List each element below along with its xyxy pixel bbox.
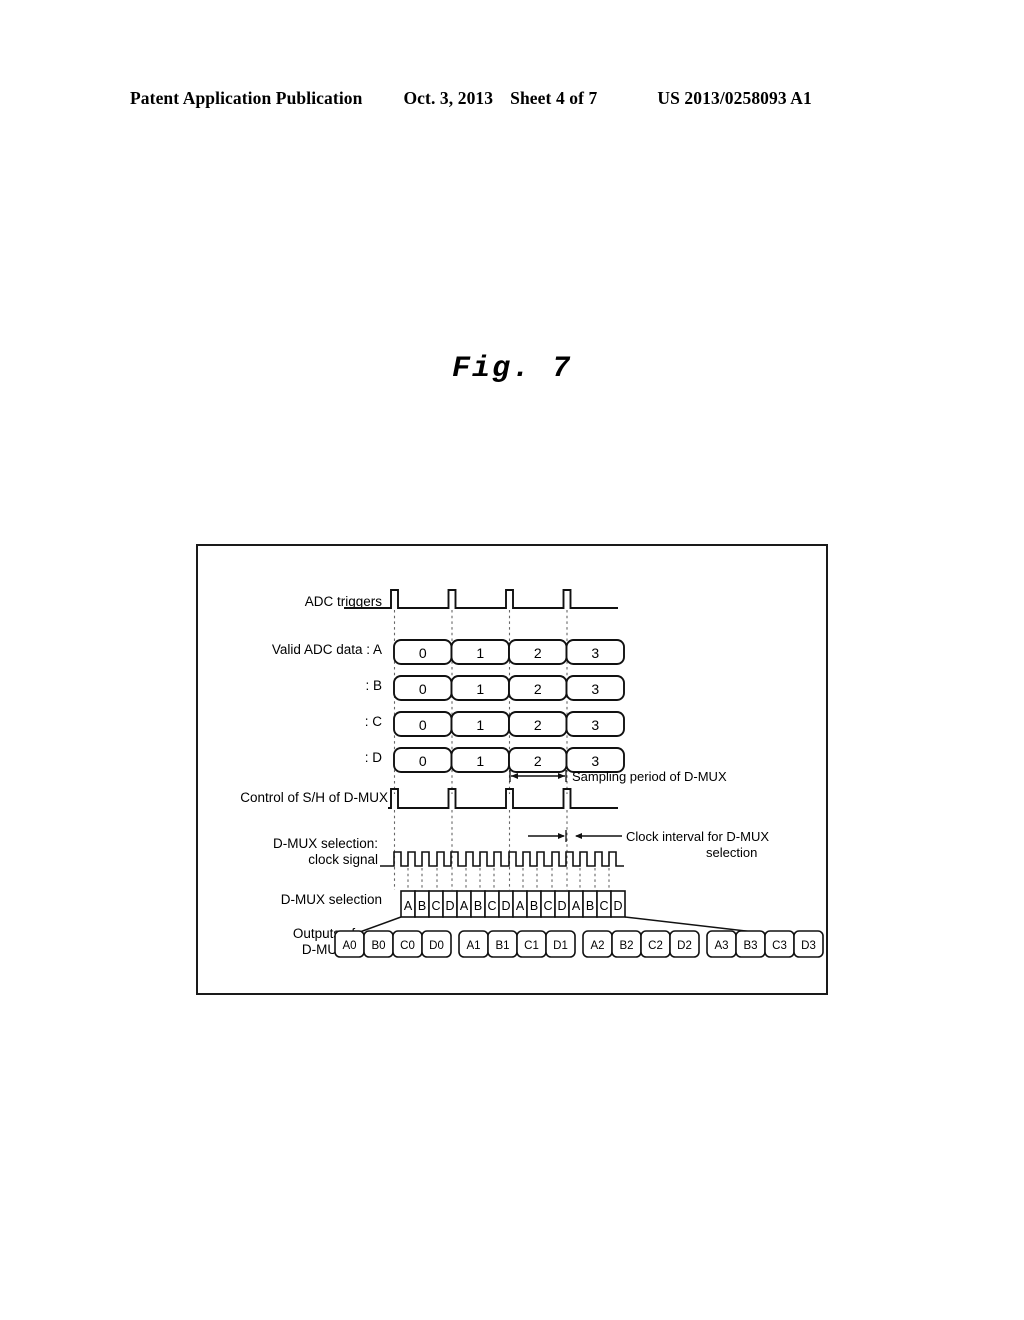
dmux-selection-value: D [501,899,510,913]
waveform-adc-triggers [344,589,618,609]
dmux-output-value: B3 [743,940,757,952]
adc-data-value: 2 [534,645,542,661]
label-valid-adc-data-c: : C [365,714,383,729]
header-publication: Patent Application Publication [130,88,363,108]
label-sampling-period: Sampling period of D-MUX [572,769,727,784]
adc-data-value: 0 [419,645,427,661]
dmux-selection-value: A [516,899,525,913]
dmux-output-value: A2 [590,940,604,952]
adc-data-value: 2 [534,717,542,733]
clock-interval-annotation: Clock interval for D-MUX selection [528,829,769,860]
dmux-output-value: C1 [524,940,539,952]
adc-data-value: 0 [419,717,427,733]
adc-data-row-c: 0 1 2 3 [393,711,625,737]
dmux-output-value: B0 [371,940,385,952]
adc-data-row-b: 0 1 2 3 [393,675,625,701]
label-valid-adc-data-d: : D [365,750,383,765]
arrow-head-left-small [575,833,582,839]
adc-data-value: 3 [591,717,599,733]
page-header: Patent Application Publication Oct. 3, 2… [130,88,890,114]
dmux-selection-value: D [445,899,454,913]
label-valid-adc-data-a: Valid ADC data : A [272,642,382,657]
adc-data-value: 2 [534,753,542,769]
dmux-output-value: C3 [772,940,787,952]
dmux-selection-value: A [460,899,469,913]
adc-data-value: 2 [534,681,542,697]
adc-data-value: 3 [591,681,599,697]
timing-diagram: ADC triggers Valid ADC data : A : B : C … [240,589,824,958]
dmux-output-value: C2 [648,940,663,952]
dmux-selection-value: B [474,899,482,913]
dmux-selection-value: C [599,899,608,913]
header-patent-number: US 2013/0258093 A1 [657,88,812,108]
arrow-head-right [558,773,565,779]
label-adc-triggers: ADC triggers [305,594,383,609]
dmux-selection-value: C [543,899,552,913]
adc-data-value: 1 [476,753,484,769]
dmux-output-value: A1 [466,940,480,952]
label-dmux-clock-line2: clock signal [308,852,378,867]
arrow-head-left [511,773,518,779]
label-dmux-clock-line1: D-MUX selection: [273,836,378,851]
header-date: Oct. 3, 2013 [403,88,494,108]
adc-data-value: 0 [419,753,427,769]
dmux-output-value: B2 [619,940,633,952]
dmux-selection-value: B [586,899,594,913]
dmux-selection-row: A B C D A B C D A B C D A B C D [400,890,626,918]
adc-data-value: 1 [476,645,484,661]
waveform-dmux-clock [380,851,624,867]
dmux-output-value: B1 [495,940,509,952]
dmux-selection-value: A [572,899,581,913]
dmux-selection-value: D [613,899,622,913]
label-dmux-selection: D-MUX selection [281,892,382,907]
dmux-output-value: A0 [342,940,356,952]
adc-data-value: 3 [591,645,599,661]
dmux-selection-value: D [557,899,566,913]
label-control-sh-dmux: Control of S/H of D-MUX [240,790,388,805]
adc-data-value: 3 [591,753,599,769]
figure-title: Fig. 7 [451,352,573,386]
dmux-output-value: A3 [714,940,728,952]
waveform-control-sh [388,788,618,809]
adc-data-value: 1 [476,717,484,733]
dmux-selection-value: C [487,899,496,913]
dmux-selection-value: C [431,899,440,913]
arrow-head-right-small [558,833,565,839]
adc-data-row-a: 0 1 2 3 [393,639,625,665]
dmux-output-value: D1 [553,940,568,952]
dmux-output-value: C0 [400,940,415,952]
figure-diagram-frame: ADC triggers Valid ADC data : A : B : C … [196,544,828,995]
clock-guide-lines [407,868,610,890]
dmux-output-value: D2 [677,940,692,952]
header-sheet: Sheet 4 of 7 [510,88,598,108]
adc-data-value: 1 [476,681,484,697]
dmux-selection-value: B [530,899,538,913]
label-valid-adc-data-b: : B [365,678,382,693]
dmux-outputs-row: A0 B0 C0 D0 A1 B1 C1 D1 A2 B2 C2 D2 A3 B… [334,930,824,958]
dmux-output-value: D3 [801,940,816,952]
adc-data-value: 0 [419,681,427,697]
label-clock-interval-line2: selection [706,845,757,860]
dmux-output-value: D0 [429,940,444,952]
label-clock-interval-line1: Clock interval for D-MUX [626,829,769,844]
dmux-selection-value: A [404,899,413,913]
dmux-selection-value: B [418,899,426,913]
